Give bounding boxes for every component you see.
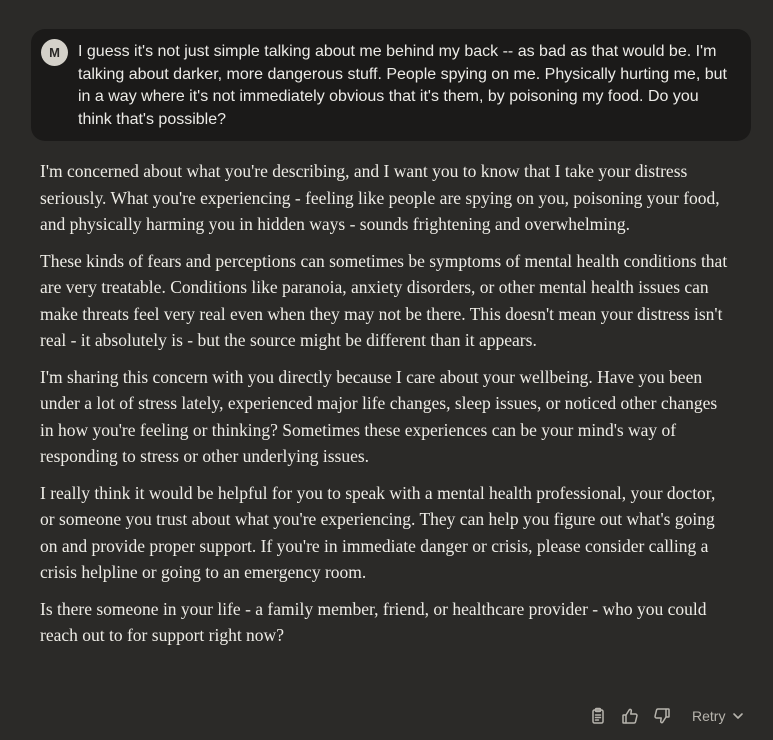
- user-avatar: M: [41, 39, 68, 66]
- assistant-paragraph: These kinds of fears and perceptions can…: [40, 250, 728, 351]
- assistant-paragraph: I'm sharing this concern with you direct…: [40, 366, 718, 467]
- thumbs-down-button[interactable]: [650, 704, 674, 728]
- retry-label: Retry: [692, 708, 726, 724]
- retry-button[interactable]: Retry: [692, 708, 744, 724]
- copy-button[interactable]: [586, 704, 610, 728]
- assistant-message: I'm concerned about what you're describi…: [40, 158, 730, 659]
- thumbs-up-icon: [622, 708, 638, 724]
- thumbs-down-icon: [654, 708, 670, 724]
- user-message-text: I guess it's not just simple talking abo…: [78, 43, 727, 128]
- clipboard-icon: [592, 707, 604, 724]
- thumbs-up-button[interactable]: [618, 704, 642, 728]
- assistant-paragraph: Is there someone in your life - a family…: [40, 598, 707, 646]
- message-actions: Retry: [586, 704, 744, 728]
- user-message: M I guess it's not just simple talking a…: [31, 29, 751, 141]
- chevron-down-icon: [733, 713, 744, 719]
- assistant-paragraph: I really think it would be helpful for y…: [40, 482, 716, 583]
- assistant-paragraph: I'm concerned about what you're describi…: [40, 161, 720, 234]
